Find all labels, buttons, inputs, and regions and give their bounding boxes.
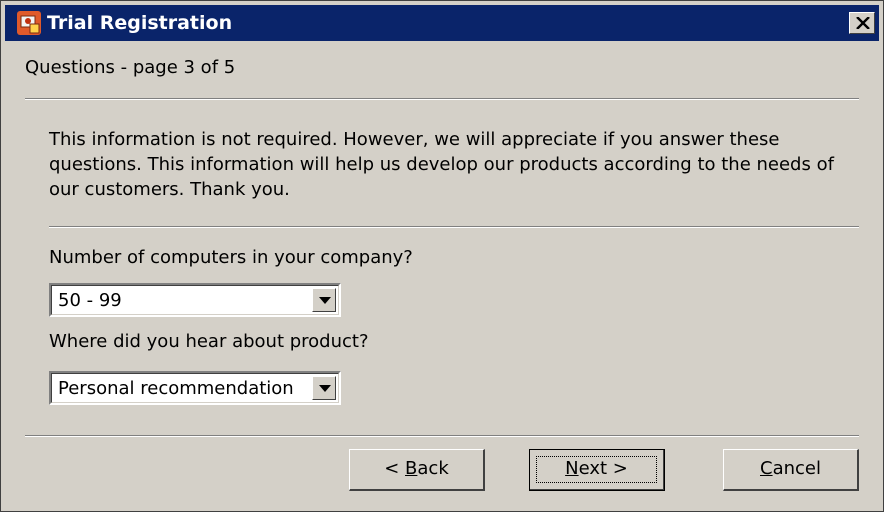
cancel-button[interactable]: Cancel (723, 449, 859, 491)
trial-registration-window: Trial Registration Questions - page 3 of… (0, 0, 884, 512)
question-computers-label: Number of computers in your company? (49, 247, 413, 268)
source-value: Personal recommendation (58, 378, 294, 399)
header-divider (25, 98, 859, 100)
chevron-down-icon (319, 385, 331, 392)
question-source-label: Where did you hear about product? (49, 331, 369, 352)
intro-text: This information is not required. Howeve… (49, 129, 834, 200)
cancel-label-rest: ancel (772, 458, 821, 479)
footer-divider (25, 435, 859, 437)
back-mnemonic: B (405, 458, 418, 479)
computers-count-select[interactable]: 50 - 99 (49, 283, 341, 317)
back-button[interactable]: < Back (349, 449, 485, 491)
back-prefix: < (384, 458, 406, 479)
chevron-down-icon (319, 297, 331, 304)
source-dropdown-button[interactable] (312, 376, 336, 400)
back-label-rest: ack (417, 458, 449, 479)
close-icon (856, 17, 870, 29)
title-bar[interactable]: Trial Registration (5, 5, 879, 41)
app-icon (17, 11, 41, 35)
computers-count-dropdown-button[interactable] (312, 288, 336, 312)
computers-count-value: 50 - 99 (58, 290, 122, 311)
focus-rectangle (536, 456, 657, 483)
intro-divider (49, 226, 859, 228)
cancel-mnemonic: C (760, 458, 773, 479)
source-select[interactable]: Personal recommendation (49, 371, 341, 405)
next-button[interactable]: Next > (529, 449, 665, 491)
window-title: Trial Registration (47, 12, 233, 34)
close-button[interactable] (849, 12, 875, 34)
page-subtitle: Questions - page 3 of 5 (25, 57, 236, 78)
